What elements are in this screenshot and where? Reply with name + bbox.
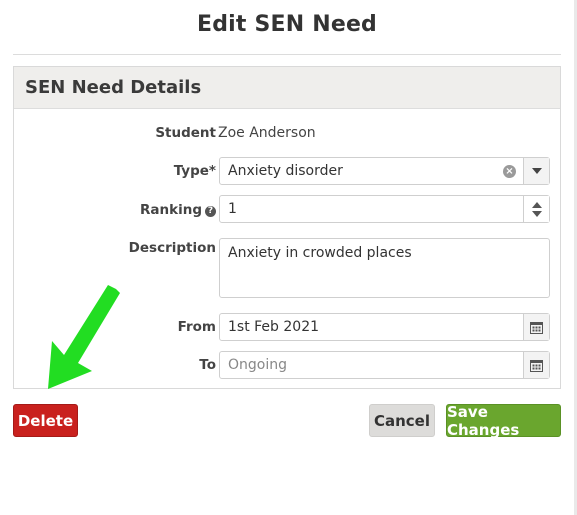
spinner-down-icon[interactable] [531,210,542,217]
question-circle-icon[interactable]: ? [205,206,216,217]
description-textarea[interactable]: Anxiety in crowded places [219,238,550,298]
description-label: Description [128,240,216,256]
from-label: From [177,319,216,335]
ranking-label: Ranking? [140,202,216,218]
to-calendar-button[interactable] [523,352,549,378]
student-label: Student [155,125,216,141]
ranking-value: 1 [228,201,237,217]
ranking-label-text: Ranking [140,202,202,218]
from-date-input[interactable]: 1st Feb 2021 [219,313,550,341]
from-calendar-button[interactable] [523,314,549,340]
annotation-arrow-icon [48,285,120,389]
title-divider [13,54,561,55]
ranking-input[interactable]: 1 [219,195,550,223]
caret-down-icon [531,168,542,174]
panel-header: SEN Need Details [14,67,560,109]
to-date-input[interactable]: Ongoing [219,351,550,379]
ranking-spinner[interactable] [523,196,549,222]
calendar-icon [530,359,543,372]
student-value: Zoe Anderson [218,125,316,141]
calendar-icon [530,321,543,334]
clear-icon[interactable]: × [503,165,516,178]
delete-button[interactable]: Delete [13,404,78,437]
type-dropdown-toggle[interactable] [523,158,549,184]
to-label: To [199,357,216,373]
spinner-up-icon[interactable] [531,201,542,208]
modal-title: Edit SEN Need [196,12,378,37]
to-date-placeholder: Ongoing [228,357,287,373]
from-date-value: 1st Feb 2021 [228,319,320,335]
save-changes-button[interactable]: Save Changes [446,403,561,439]
type-label: Type* [173,163,216,179]
cancel-button[interactable]: Cancel [369,404,435,437]
type-select-value: Anxiety disorder [228,163,343,179]
type-select[interactable]: Anxiety disorder × [219,157,550,185]
